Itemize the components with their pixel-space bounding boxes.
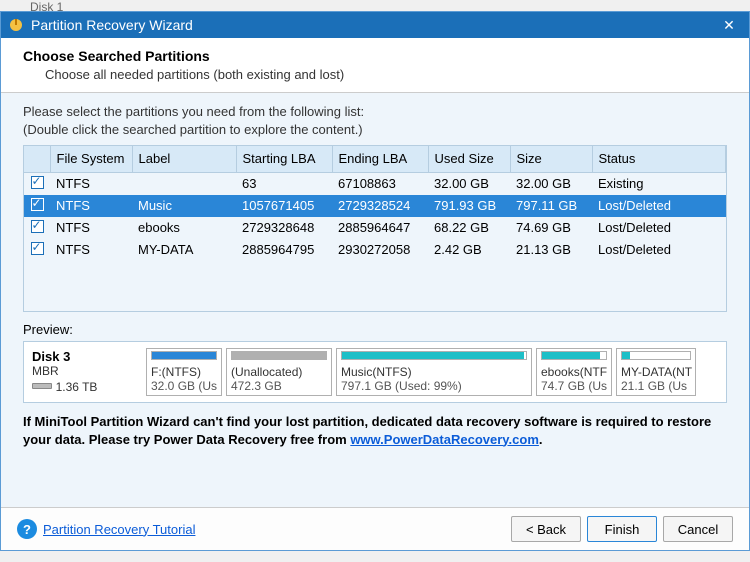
cell-label: MY-DATA	[132, 239, 236, 261]
partition-name: Music(NTFS)	[341, 365, 527, 379]
cell-used: 32.00 GB	[428, 172, 510, 195]
cancel-button[interactable]: Cancel	[663, 516, 733, 542]
finish-button[interactable]: Finish	[587, 516, 657, 542]
instructions: Please select the partitions you need fr…	[23, 103, 727, 139]
col-starting-lba[interactable]: Starting LBA	[236, 146, 332, 172]
page-title: Choose Searched Partitions	[23, 48, 727, 64]
row-checkbox[interactable]	[31, 220, 44, 233]
cell-used: 68.22 GB	[428, 217, 510, 239]
help-icon[interactable]: ?	[17, 519, 37, 539]
app-icon	[7, 16, 25, 34]
preview-box: Disk 3 MBR 1.36 TB F:(NTFS) 32.0 GB (Us …	[23, 341, 727, 403]
partition-detail: 797.1 GB (Used: 99%)	[341, 379, 527, 393]
wizard-window: Partition Recovery Wizard ✕ Choose Searc…	[0, 11, 750, 551]
partition-name: MY-DATA(NT	[621, 365, 691, 379]
partition-bar	[341, 351, 527, 360]
cell-start: 2729328648	[236, 217, 332, 239]
col-label[interactable]: Label	[132, 146, 236, 172]
partition-detail: 74.7 GB (Us	[541, 379, 607, 393]
cell-label: ebooks	[132, 217, 236, 239]
disk-icon	[32, 383, 52, 389]
disk-name: Disk 3	[32, 349, 142, 364]
cell-size: 32.00 GB	[510, 172, 592, 195]
preview-disk-info: Disk 3 MBR 1.36 TB	[32, 348, 142, 396]
cell-start: 63	[236, 172, 332, 195]
preview-partition[interactable]: (Unallocated) 472.3 GB	[226, 348, 332, 396]
cell-status: Lost/Deleted	[592, 217, 726, 239]
preview-label: Preview:	[23, 322, 727, 337]
disk-type: MBR	[32, 364, 142, 379]
instructions-line2: (Double click the searched partition to …	[23, 121, 727, 139]
cell-start: 2885964795	[236, 239, 332, 261]
close-button[interactable]: ✕	[715, 15, 743, 35]
table-row-selected[interactable]: NTFS Music 1057671405 2729328524 791.93 …	[24, 195, 726, 217]
partition-table: File System Label Starting LBA Ending LB…	[23, 145, 727, 312]
footer: ? Partition Recovery Tutorial < Back Fin…	[1, 507, 749, 550]
table-header-row: File System Label Starting LBA Ending LB…	[24, 146, 726, 172]
partition-bar	[151, 351, 217, 360]
cell-size: 74.69 GB	[510, 217, 592, 239]
titlebar: Partition Recovery Wizard ✕	[1, 12, 749, 38]
row-checkbox[interactable]	[31, 242, 44, 255]
table-row[interactable]: NTFS 63 67108863 32.00 GB 32.00 GB Exist…	[24, 172, 726, 195]
partition-detail: 472.3 GB	[231, 379, 327, 393]
cell-status: Lost/Deleted	[592, 239, 726, 261]
cell-fs: NTFS	[50, 195, 132, 217]
preview-partition[interactable]: F:(NTFS) 32.0 GB (Us	[146, 348, 222, 396]
cell-size: 797.11 GB	[510, 195, 592, 217]
window-title: Partition Recovery Wizard	[31, 17, 715, 33]
disk-capacity: 1.36 TB	[56, 380, 98, 394]
cell-fs: NTFS	[50, 239, 132, 261]
table-row[interactable]: NTFS ebooks 2729328648 2885964647 68.22 …	[24, 217, 726, 239]
cell-end: 2885964647	[332, 217, 428, 239]
cell-size: 21.13 GB	[510, 239, 592, 261]
tutorial-link[interactable]: Partition Recovery Tutorial	[43, 522, 195, 537]
cell-end: 2729328524	[332, 195, 428, 217]
cell-end: 2930272058	[332, 239, 428, 261]
col-size[interactable]: Size	[510, 146, 592, 172]
body-section: Please select the partitions you need fr…	[1, 93, 749, 507]
cell-start: 1057671405	[236, 195, 332, 217]
page-subtitle: Choose all needed partitions (both exist…	[45, 67, 727, 82]
row-checkbox[interactable]	[31, 198, 44, 211]
notice-text: If MiniTool Partition Wizard can't find …	[23, 413, 727, 453]
cell-end: 67108863	[332, 172, 428, 195]
partition-bar	[541, 351, 607, 360]
col-ending-lba[interactable]: Ending LBA	[332, 146, 428, 172]
cell-label: Music	[132, 195, 236, 217]
cell-label	[132, 172, 236, 195]
partition-detail: 32.0 GB (Us	[151, 379, 217, 393]
cell-status: Lost/Deleted	[592, 195, 726, 217]
partition-name: ebooks(NTF	[541, 365, 607, 379]
col-checkbox	[24, 146, 50, 172]
notice-period: .	[539, 432, 543, 447]
notice-link[interactable]: www.PowerDataRecovery.com	[350, 432, 539, 447]
cell-status: Existing	[592, 172, 726, 195]
cell-fs: NTFS	[50, 217, 132, 239]
instructions-line1: Please select the partitions you need fr…	[23, 103, 727, 121]
header-section: Choose Searched Partitions Choose all ne…	[1, 38, 749, 93]
back-button[interactable]: < Back	[511, 516, 581, 542]
partition-bar	[621, 351, 691, 360]
preview-partition[interactable]: Music(NTFS) 797.1 GB (Used: 99%)	[336, 348, 532, 396]
cell-used: 791.93 GB	[428, 195, 510, 217]
table-row[interactable]: NTFS MY-DATA 2885964795 2930272058 2.42 …	[24, 239, 726, 261]
row-checkbox[interactable]	[31, 176, 44, 189]
partition-name: (Unallocated)	[231, 365, 327, 379]
partition-name: F:(NTFS)	[151, 365, 217, 379]
preview-partition[interactable]: MY-DATA(NT 21.1 GB (Us	[616, 348, 696, 396]
col-status[interactable]: Status	[592, 146, 726, 172]
partition-detail: 21.1 GB (Us	[621, 379, 691, 393]
cell-used: 2.42 GB	[428, 239, 510, 261]
cell-fs: NTFS	[50, 172, 132, 195]
col-used-size[interactable]: Used Size	[428, 146, 510, 172]
preview-partition[interactable]: ebooks(NTF 74.7 GB (Us	[536, 348, 612, 396]
col-filesystem[interactable]: File System	[50, 146, 132, 172]
partition-bar	[231, 351, 327, 360]
